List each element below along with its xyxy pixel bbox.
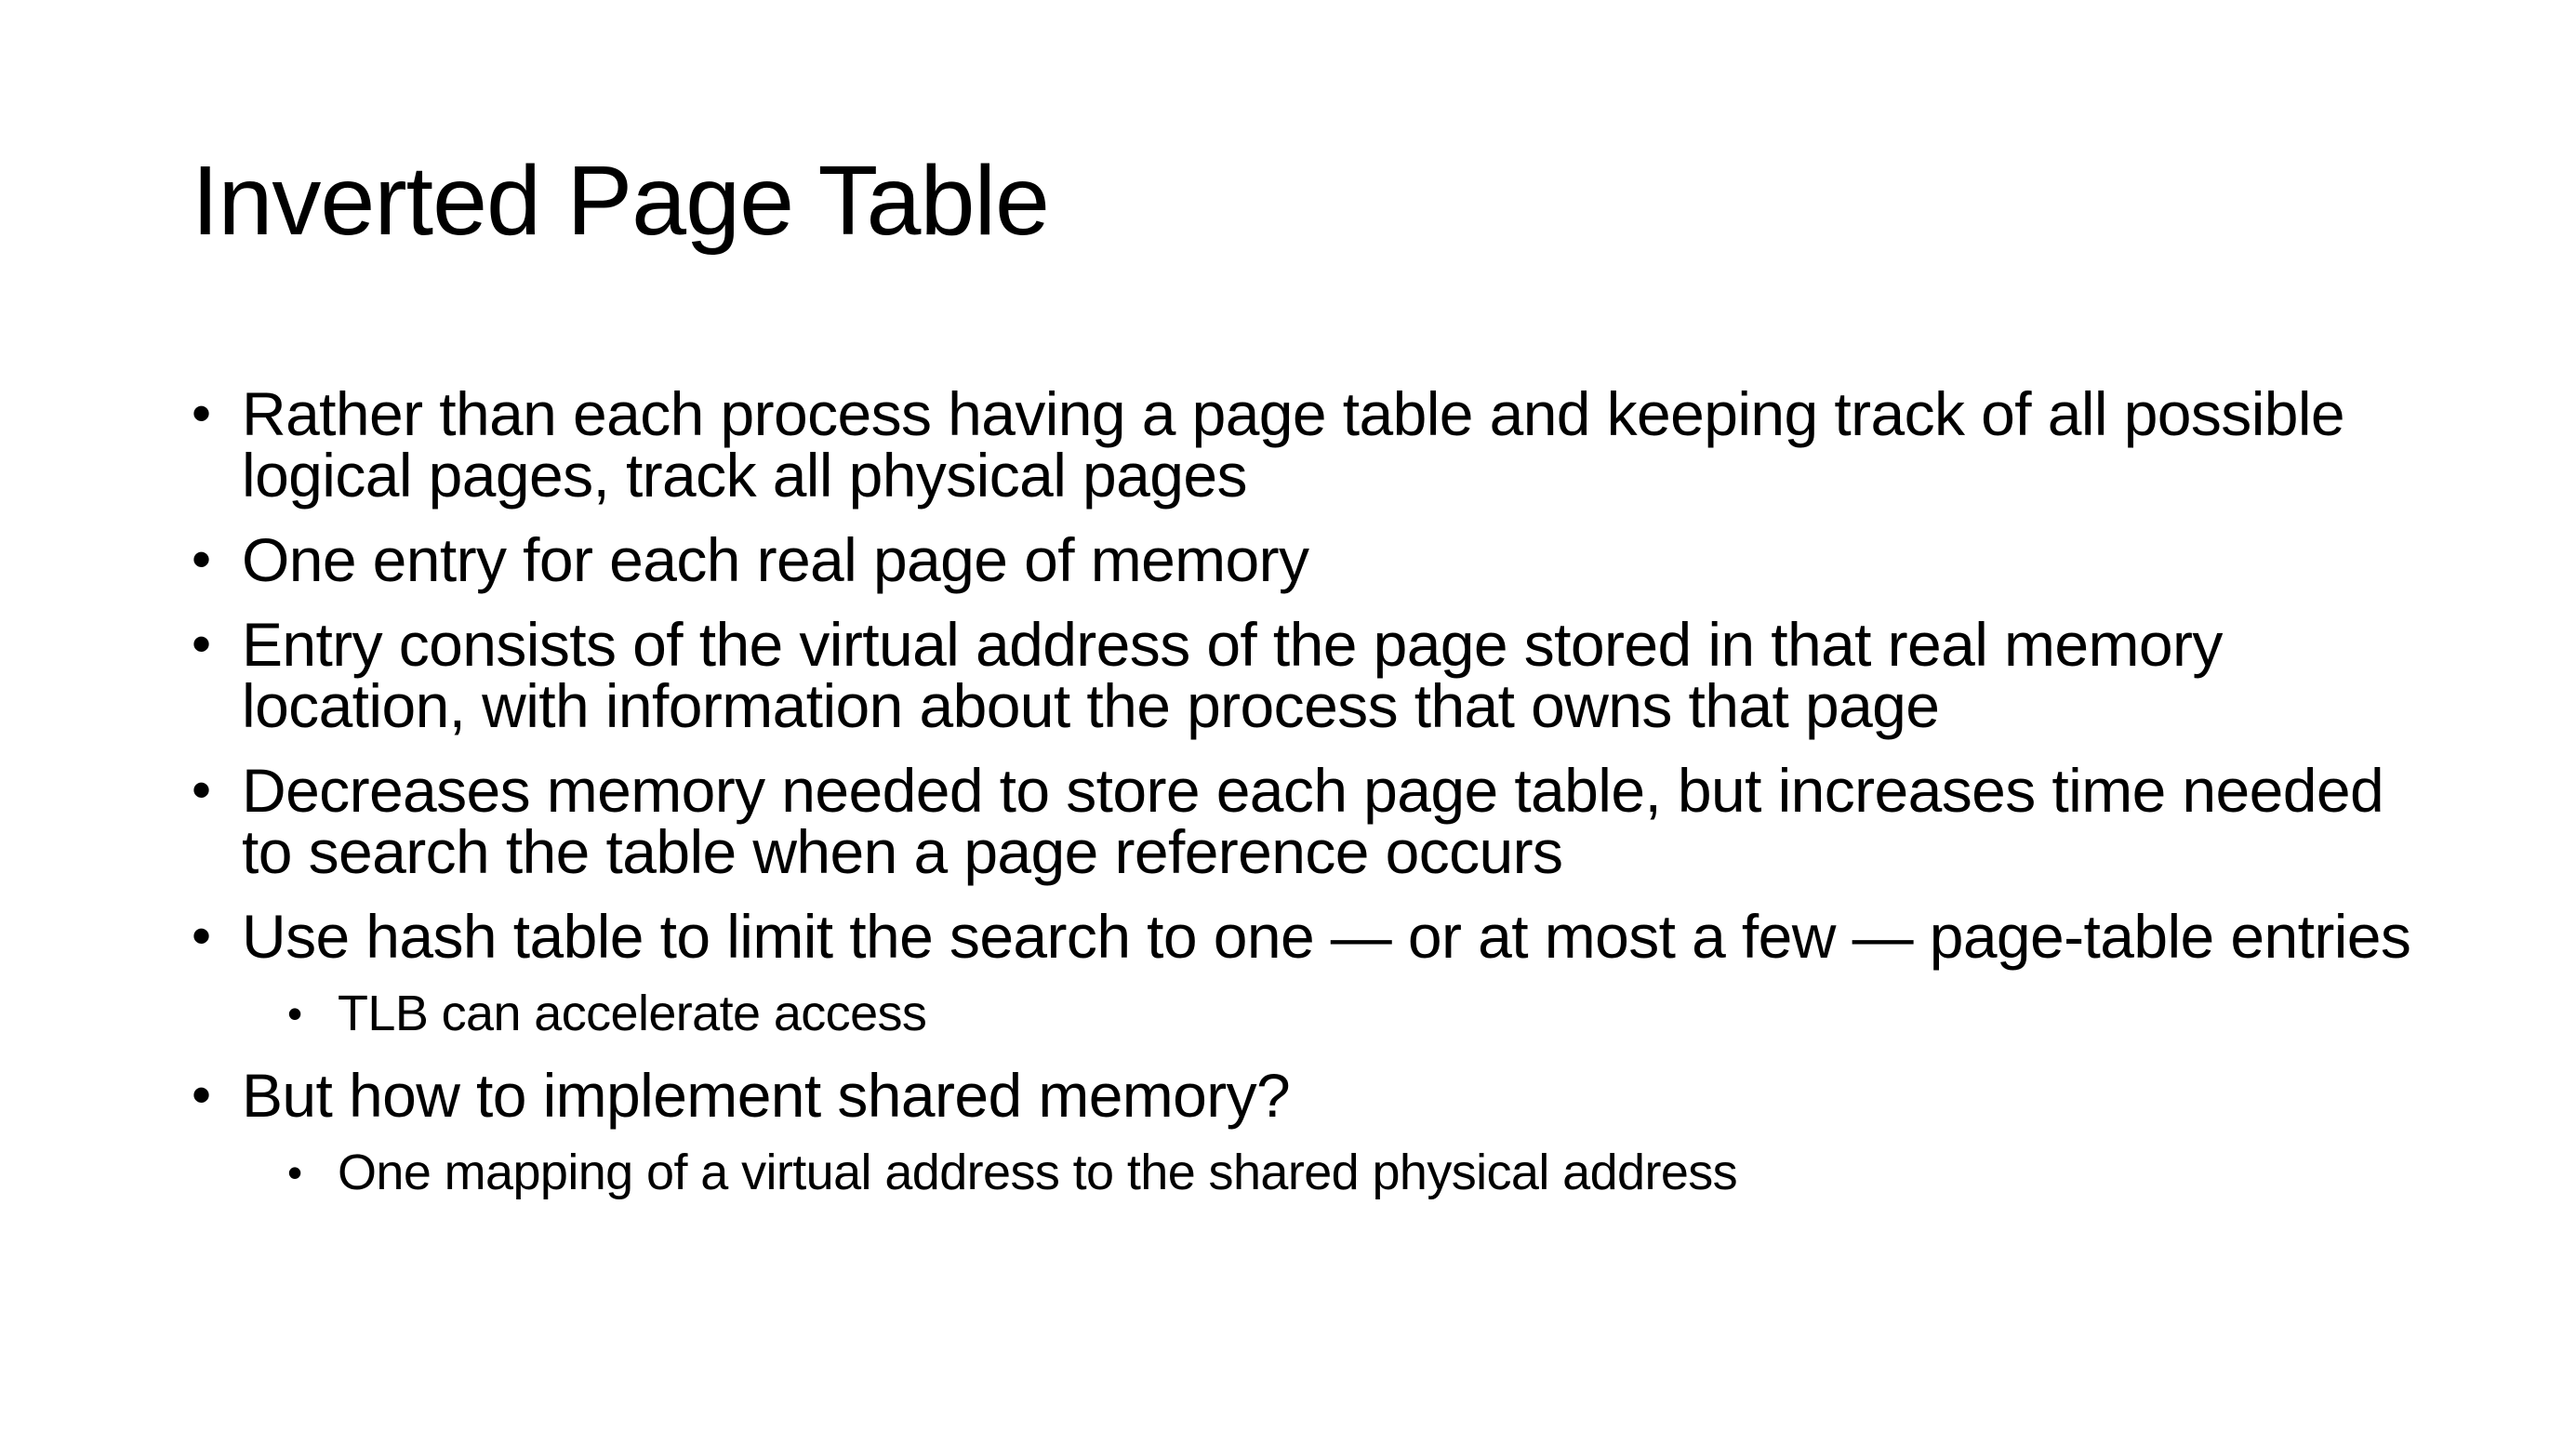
bullet-marker: •: [192, 1064, 211, 1126]
bullet-marker: •: [192, 759, 211, 821]
sub-bullet-text: One mapping of a virtual address to the …: [338, 1145, 1738, 1200]
bullet-marker: •: [192, 382, 211, 444]
bullet-text: Use hash table to limit the search to on…: [242, 902, 2411, 971]
sub-bullet-marker: •: [287, 1148, 302, 1197]
sub-bullet-marker: •: [287, 989, 302, 1038]
bullet-text: Entry consists of the virtual address of…: [242, 610, 2223, 740]
sub-bullet-item: • TLB can accelerate access: [192, 986, 2423, 1040]
sub-bullet-text: TLB can accelerate access: [338, 986, 927, 1041]
bullet-text: But how to implement shared memory?: [242, 1061, 1291, 1130]
bullet-list: • Rather than each process having a page…: [192, 383, 2423, 1224]
bullet-item: • One entry for each real page of memory: [192, 528, 2423, 591]
bullet-text: One entry for each real page of memory: [242, 525, 1309, 594]
bullet-item: • Decreases memory needed to store each …: [192, 759, 2423, 883]
bullet-item: • Rather than each process having a page…: [192, 382, 2423, 507]
bullet-item: • Entry consists of the virtual address …: [192, 613, 2423, 737]
bullet-text: Rather than each process having a page t…: [242, 379, 2345, 510]
sub-bullet-item: • One mapping of a virtual address to th…: [192, 1145, 2423, 1199]
bullet-marker: •: [192, 528, 211, 590]
slide-title: Inverted Page Table: [192, 146, 1050, 256]
bullet-item: • But how to implement shared memory?: [192, 1064, 2423, 1127]
bullet-marker: •: [192, 613, 211, 675]
bullet-text: Decreases memory needed to store each pa…: [242, 756, 2384, 886]
bullet-marker: •: [192, 905, 211, 967]
slide: Inverted Page Table • Rather than each p…: [0, 0, 2576, 1443]
bullet-item: • Use hash table to limit the search to …: [192, 905, 2423, 968]
